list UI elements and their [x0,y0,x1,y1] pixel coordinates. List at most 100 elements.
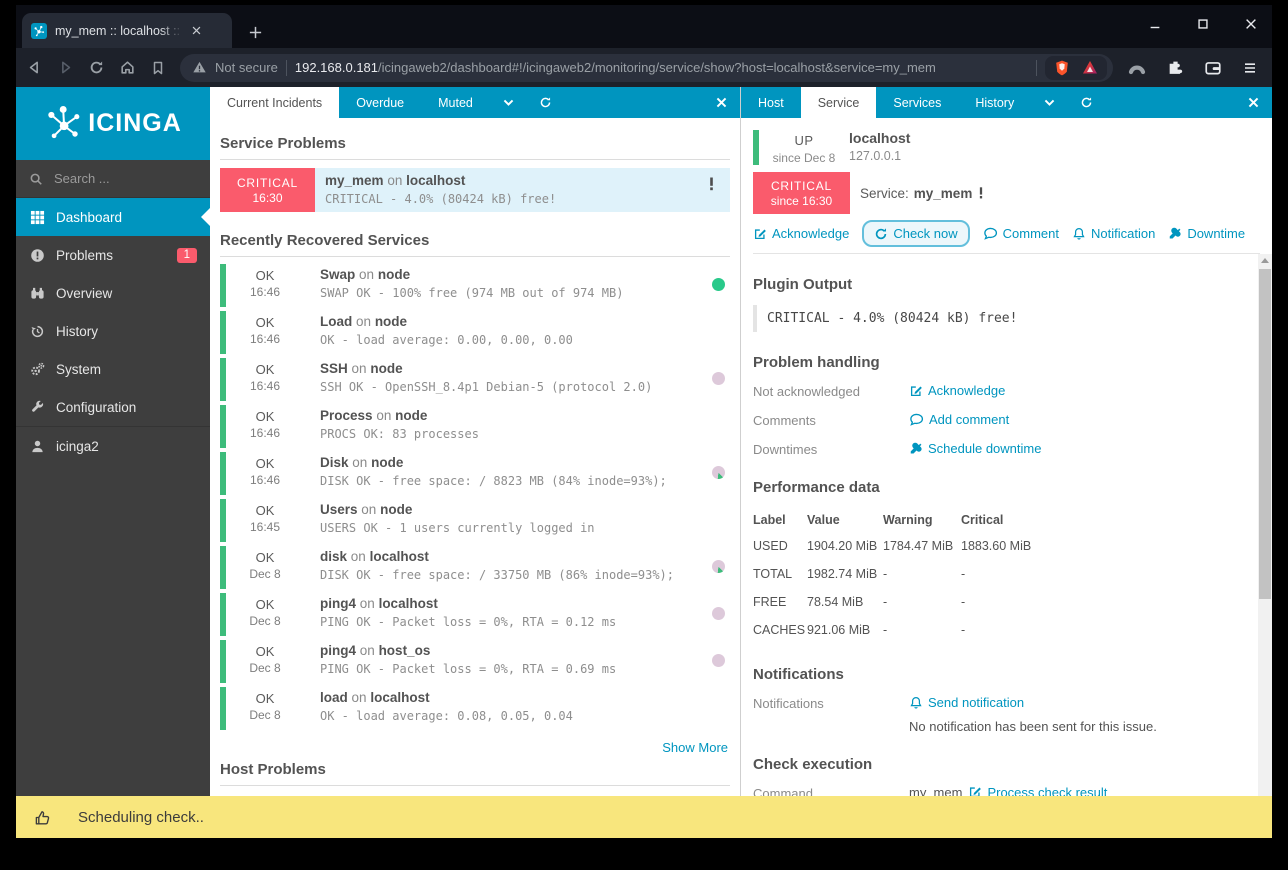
host-name[interactable]: node [395,408,427,423]
wallet-icon[interactable] [1204,59,1222,77]
check-output: SSH OK - OpenSSH_8.4p1 Debian-5 (protoco… [320,380,653,394]
sidebar-item-problems[interactable]: Problems 1 [16,236,210,274]
host-name[interactable]: localhost [406,173,465,188]
sidebar-item-overview[interactable]: Overview [16,274,210,312]
host-name[interactable]: localhost [370,549,429,564]
brave-shield-icon[interactable] [1053,59,1071,77]
list-item[interactable]: OK 16:46 Process on node PROCS OK: 83 pro… [220,403,730,450]
tab-overdue[interactable]: Overdue [339,87,421,118]
scrollbar-thumb[interactable] [1259,269,1271,599]
service-name[interactable]: my_mem [325,173,384,188]
list-item[interactable]: OK 16:46 Load on node OK - load average: … [220,309,730,356]
service-name[interactable]: Process [320,408,373,423]
tab-services[interactable]: Services [876,87,958,118]
acknowledge-button[interactable]: Acknowledge [753,226,849,241]
host-name[interactable]: localhost [379,596,438,611]
address-bar[interactable]: Not secure 192.168.0.181/icingaweb2/dash… [180,53,1113,82]
notification-button[interactable]: Notification [1072,226,1155,241]
tab-history[interactable]: History [958,87,1031,118]
host-name[interactable]: node [370,361,402,376]
forward-icon[interactable] [57,59,74,76]
service-name[interactable]: load [320,690,348,705]
icinga-logo[interactable]: ICINGA [16,87,210,160]
url-text[interactable]: 192.168.0.181/icingaweb2/dashboard#!/ici… [295,60,1028,75]
scrollbar[interactable] [1258,254,1272,796]
host-state-label: UP [794,133,814,148]
list-item[interactable]: OK 16:46 SSH on node SSH OK - OpenSSH_8.4… [220,356,730,403]
profile-icon[interactable] [1127,58,1147,78]
new-tab-icon[interactable] [248,25,263,40]
sidebar-item-user[interactable]: icinga2 [16,426,210,465]
show-more-link[interactable]: Show More [222,740,728,755]
list-item[interactable]: OK Dec 8 load on localhost OK - load aver… [220,685,730,732]
dashboard-tabbar: Current Incidents Overdue Muted [210,87,740,118]
sidebar-item-history[interactable]: History [16,312,210,350]
send-notification-link[interactable]: Send notification [909,695,1024,710]
downtime-button[interactable]: Downtime [1168,226,1245,241]
performance-table: Label Value Warning Critical USED 1904.2… [753,508,1031,644]
refresh-icon[interactable] [1068,87,1105,118]
process-check-result-link[interactable]: Process check result [968,785,1107,796]
reload-icon[interactable] [88,59,105,76]
chevron-down-icon[interactable] [490,87,527,118]
service-name[interactable]: ping4 [320,596,356,611]
host-name[interactable]: localhost [370,690,429,705]
scroll-up-icon[interactable] [1261,258,1269,263]
schedule-downtime-link[interactable]: Schedule downtime [909,441,1041,456]
host-name[interactable]: host_os [379,643,431,658]
tab-close-icon[interactable] [191,25,202,36]
browser-tab[interactable]: my_mem :: localhost :: Serv [22,13,232,48]
service-name[interactable]: Load [320,314,352,329]
host-name[interactable]: node [378,267,410,282]
list-item[interactable]: OK Dec 8 ping4 on localhost PING OK - Pac… [220,591,730,638]
tab-current-incidents[interactable]: Current Incidents [210,87,340,118]
service-name[interactable]: SSH [320,361,348,376]
close-pane-icon[interactable] [1235,87,1272,118]
service-name[interactable]: Disk [320,455,349,470]
host-summary[interactable]: UP since Dec 8 localhost 127.0.0.1 [753,130,1260,165]
sidebar-item-configuration[interactable]: Configuration [16,388,210,426]
service-name[interactable]: disk [320,549,347,564]
host-name[interactable]: node [375,314,407,329]
add-comment-link[interactable]: Add comment [909,412,1009,427]
sidebar-search[interactable] [16,160,210,198]
close-pane-icon[interactable] [703,87,740,118]
list-item[interactable]: OK Dec 8 disk on localhost DISK OK - free… [220,544,730,591]
list-item[interactable]: OK 16:46 Swap on node SWAP OK - 100% free… [220,262,730,309]
sidebar-item-dashboard[interactable]: Dashboard [16,198,210,236]
close-icon[interactable] [1244,17,1258,31]
menu-icon[interactable] [1242,60,1258,76]
chevron-down-icon[interactable] [1031,87,1068,118]
search-input[interactable] [52,170,176,187]
extensions-icon[interactable] [1167,59,1184,76]
not-secure-label[interactable]: Not secure [215,60,278,75]
overview-icon [29,286,45,301]
tab-service[interactable]: Service [800,87,877,118]
bookmark-icon[interactable] [150,60,166,76]
table-row: USED 1904.20 MiB 1784.47 MiB 1883.60 MiB [753,539,1032,553]
comment-button[interactable]: Comment [983,226,1059,241]
tab-muted[interactable]: Muted [421,87,490,118]
sidebar-item-system[interactable]: System [16,350,210,388]
service-name[interactable]: Users [320,502,358,517]
list-item[interactable]: OK Dec 8 ping4 on host_os PING OK - Packe… [220,638,730,685]
check-output: CRITICAL - 4.0% (80424 kB) free! [325,192,557,206]
service-name[interactable]: ping4 [320,643,356,658]
tab-host[interactable]: Host [741,87,801,118]
minimize-icon[interactable] [1148,17,1162,31]
list-item[interactable]: OK 16:45 Users on node USERS OK - 1 users… [220,497,730,544]
host-name[interactable]: node [371,455,403,470]
refresh-icon[interactable] [527,87,564,118]
maximize-icon[interactable] [1196,17,1210,31]
service-name[interactable]: Swap [320,267,355,282]
home-icon[interactable] [119,59,136,76]
service-problem-row[interactable]: CRITICAL 16:30 my_mem on localhost CRITI… [220,168,730,212]
acknowledge-link[interactable]: Acknowledge [909,383,1005,398]
back-icon[interactable] [26,59,43,76]
brave-rewards-icon[interactable] [1081,59,1099,77]
host-name[interactable]: localhost [849,130,910,146]
list-item[interactable]: OK 16:46 Disk on node DISK OK - free spac… [220,450,730,497]
host-name[interactable]: node [380,502,412,517]
section-title-host-problems: Host Problems [220,761,730,786]
check-now-button[interactable]: Check now [862,220,970,247]
